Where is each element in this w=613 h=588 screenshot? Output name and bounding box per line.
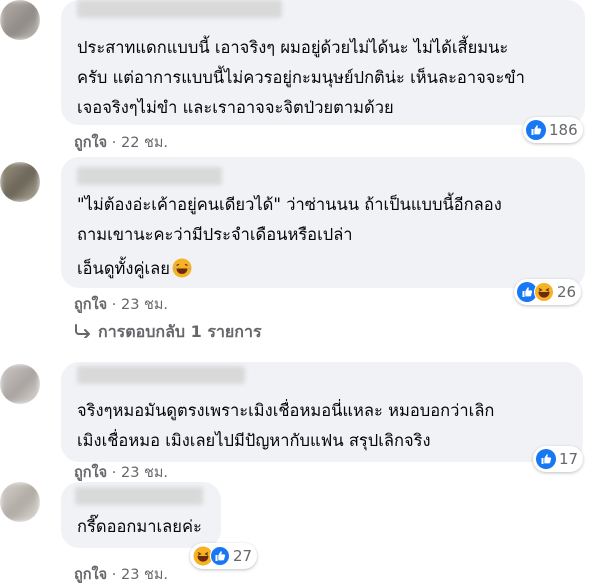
separator-dot: · [111, 567, 117, 583]
comment-actions: ถูกใจ · 23 ชม. [74, 563, 168, 586]
author-name[interactable] [77, 167, 222, 185]
comment-actions: ถูกใจ · 22 ชม. [74, 131, 168, 154]
reply-arrow-icon [75, 324, 90, 339]
author-name[interactable] [77, 366, 245, 384]
avatar[interactable] [0, 0, 40, 40]
comment-bubble: จริงๆหมอมันดูตรงเพราะเมิงเชื่อหมอนี่แหละ… [61, 362, 583, 462]
comment-actions: ถูกใจ · 23 ชม. [74, 293, 168, 316]
comment-line: ประสาทแดกแบบนี้ เอาจริงๆ ผมอยู่ด้วยไม่ได… [77, 38, 509, 57]
comment-line: ถามเขานะคะว่ามีประจำเดือนหรือเปล่า [77, 225, 353, 244]
timestamp[interactable]: 23 ชม. [121, 465, 168, 481]
comment-line: กรี๊ดออกมาเลยค่ะ [77, 517, 202, 536]
haha-icon [534, 282, 554, 302]
comment-line: "ไม่ต้องอ่ะเค้าอยู่คนเดียวได้" ว่าซ่านนน… [77, 195, 502, 214]
reaction-summary[interactable]: 17 [533, 446, 584, 472]
comment-line: เมิงเชื่อหมอ เมิงเลยไปมีปัญหากับแฟน สรุป… [77, 431, 431, 450]
comment-line: จริงๆหมอมันดูตรงเพราะเมิงเชื่อหมอนี่แหละ… [77, 401, 495, 420]
avatar[interactable] [0, 482, 40, 522]
like-icon [536, 449, 556, 469]
reaction-count: 27 [233, 547, 253, 565]
separator-dot: · [111, 465, 117, 481]
like-link[interactable]: ถูกใจ [74, 465, 107, 481]
comment-bubble: กรี๊ดออกมาเลยค่ะ [61, 482, 221, 548]
reaction-summary[interactable]: 27 [190, 543, 258, 569]
avatar[interactable] [0, 364, 40, 404]
view-replies-link[interactable]: การตอบกลับ 1 รายการ [74, 320, 262, 345]
timestamp[interactable]: 23 ชม. [121, 567, 168, 583]
author-name[interactable] [77, 0, 282, 18]
like-icon [210, 546, 230, 566]
separator-dot: · [111, 297, 117, 313]
reaction-summary[interactable]: 26 [514, 279, 582, 305]
like-link[interactable]: ถูกใจ [74, 297, 107, 313]
author-name[interactable] [75, 487, 203, 505]
separator-dot: · [111, 135, 117, 151]
comment-actions: ถูกใจ · 23 ชม. [74, 461, 168, 484]
reaction-summary[interactable]: 186 [523, 117, 583, 143]
like-link[interactable]: ถูกใจ [74, 567, 107, 583]
like-icon [526, 120, 546, 140]
like-link[interactable]: ถูกใจ [74, 135, 107, 151]
laughing-emoji-icon [172, 258, 192, 278]
comment-line: เอ็นดูทั้งคู่เลย [77, 254, 192, 284]
timestamp[interactable]: 22 ชม. [121, 135, 168, 151]
comment-line: ครับ แต่อาการแบบนี้ไม่ควรอยู่กะมนุษย์ปกต… [77, 68, 525, 87]
reaction-count: 26 [557, 283, 577, 301]
comment-line: เจอจริงๆไม่ขำ และเราอาจจะจิตป่วยตามด้วย [77, 98, 394, 117]
reaction-count: 186 [549, 121, 578, 139]
timestamp[interactable]: 23 ชม. [121, 297, 168, 313]
reaction-count: 17 [559, 450, 579, 468]
comment-bubble: ประสาทแดกแบบนี้ เอาจริงๆ ผมอยู่ด้วยไม่ได… [61, 0, 585, 125]
comment-bubble: "ไม่ต้องอ่ะเค้าอยู่คนเดียวได้" ว่าซ่านนน… [61, 157, 585, 288]
avatar[interactable] [0, 162, 40, 202]
